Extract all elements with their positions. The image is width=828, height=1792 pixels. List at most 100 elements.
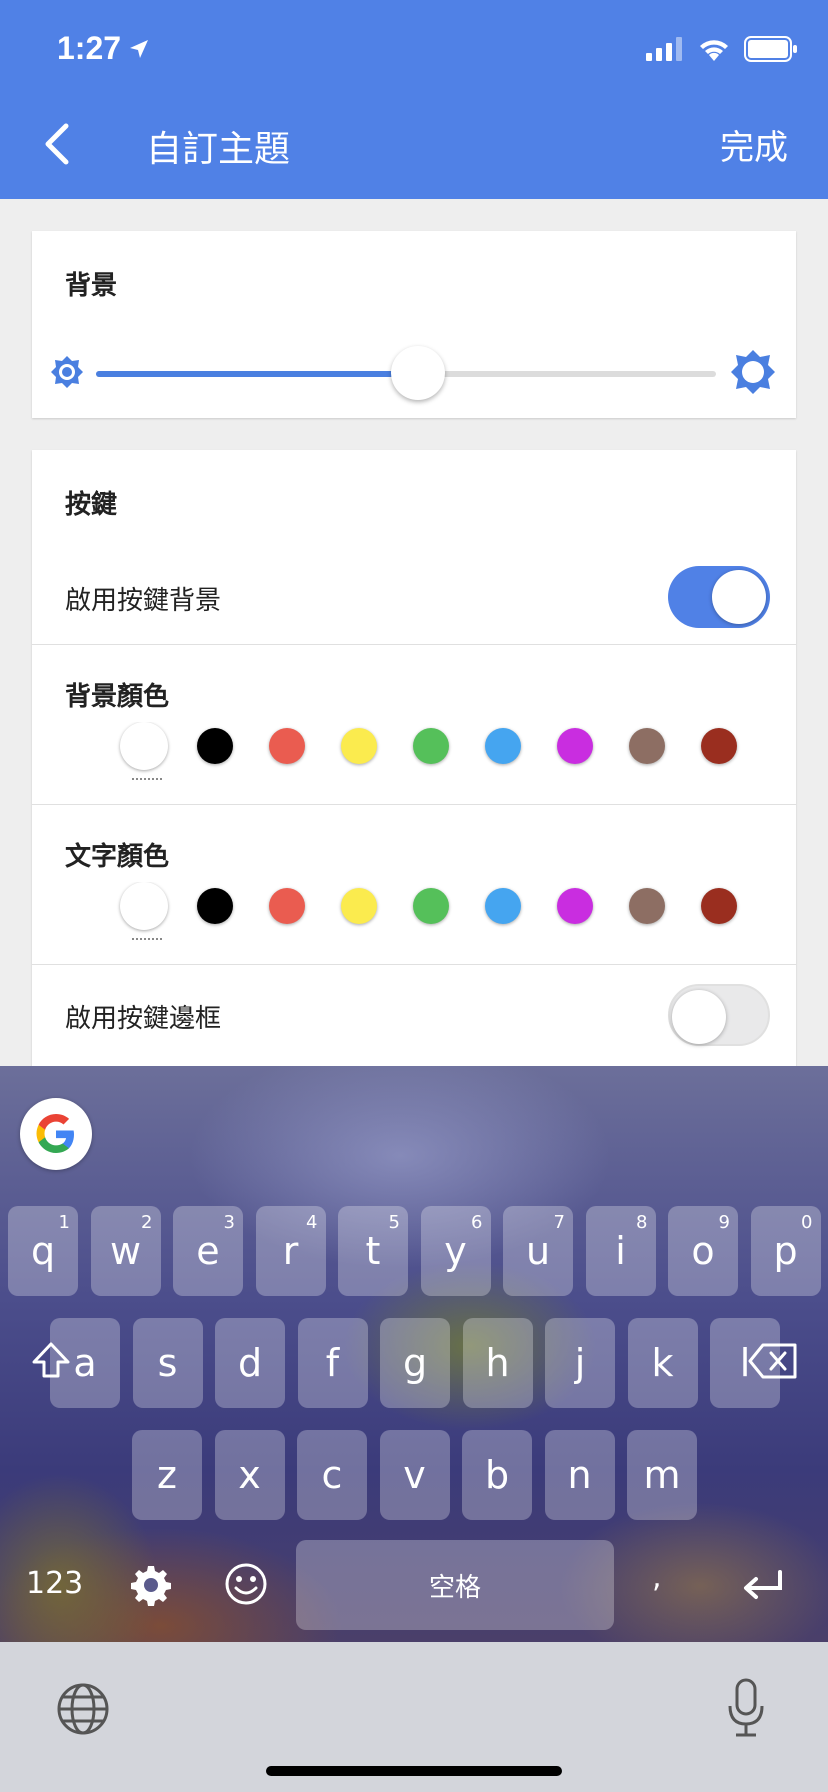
color-swatch[interactable]	[701, 728, 737, 764]
key-p[interactable]: p0	[750, 1206, 821, 1296]
key-hint: 3	[223, 1212, 235, 1233]
divider	[32, 644, 796, 645]
key-q[interactable]: q1	[8, 1206, 78, 1296]
app-bar: 1:27 自訂主題 完成	[0, 0, 828, 199]
key-w[interactable]: w2	[90, 1206, 161, 1296]
key-char: f	[325, 1341, 340, 1385]
color-swatch[interactable]	[413, 888, 449, 924]
key-char: k	[651, 1341, 674, 1385]
key-m[interactable]: m	[627, 1430, 697, 1520]
key-char: d	[237, 1341, 263, 1385]
comma-key[interactable]: ,	[652, 1560, 662, 1595]
emoji-icon[interactable]	[224, 1562, 268, 1606]
key-char: j	[574, 1341, 586, 1385]
key-char: c	[321, 1453, 343, 1497]
key-t[interactable]: t5	[338, 1206, 408, 1296]
section-title-keys: 按鍵	[65, 490, 118, 520]
key-x[interactable]: x	[214, 1430, 285, 1520]
brightness-high-icon	[731, 350, 775, 394]
key-y[interactable]: y6	[420, 1206, 491, 1296]
key-o[interactable]: o9	[668, 1206, 738, 1296]
key-char: q	[30, 1229, 56, 1273]
color-swatch[interactable]	[269, 728, 305, 764]
enable-key-border-toggle[interactable]	[668, 984, 770, 1046]
key-b[interactable]: b	[462, 1430, 532, 1520]
key-r[interactable]: r4	[255, 1206, 326, 1296]
toggle-knob	[712, 570, 766, 624]
keys-card: 按鍵 啟用按鍵背景 背景顏色 文字顏色 啟用按鍵邊框	[32, 450, 796, 1070]
enable-key-background-toggle[interactable]	[668, 566, 770, 628]
keyboard-preview: q1w2e3r4t5y6u7i8o9p0asdfghjklzxcvbnm 123…	[0, 1066, 828, 1642]
done-button[interactable]: 完成	[720, 120, 788, 169]
numbers-key[interactable]: 123	[26, 1566, 83, 1601]
key-char: v	[403, 1453, 426, 1497]
selected-indicator	[132, 938, 162, 940]
key-i[interactable]: i8	[585, 1206, 656, 1296]
color-swatch[interactable]	[341, 888, 377, 924]
microphone-icon[interactable]	[726, 1678, 766, 1738]
key-f[interactable]: f	[297, 1318, 368, 1408]
backspace-key[interactable]	[738, 1316, 808, 1406]
key-char: z	[157, 1453, 177, 1497]
brightness-slider-fill	[96, 371, 419, 377]
backspace-icon	[748, 1343, 797, 1379]
divider	[32, 804, 796, 805]
enter-icon[interactable]	[740, 1568, 786, 1604]
color-swatch[interactable]	[629, 728, 665, 764]
back-chevron-icon[interactable]	[38, 116, 78, 172]
key-hint: 5	[388, 1212, 400, 1233]
color-swatch[interactable]	[197, 888, 233, 924]
globe-icon[interactable]	[56, 1682, 110, 1736]
color-swatch[interactable]	[629, 888, 665, 924]
background-card: 背景	[32, 231, 796, 418]
google-g-icon	[36, 1114, 74, 1153]
key-z[interactable]: z	[132, 1430, 202, 1520]
color-swatch[interactable]	[120, 882, 168, 940]
key-n[interactable]: n	[544, 1430, 615, 1520]
background-color-label: 背景顏色	[65, 682, 170, 712]
key-char: g	[402, 1341, 428, 1385]
key-char: x	[238, 1453, 261, 1497]
system-keyboard-bar	[0, 1642, 828, 1792]
key-char: i	[615, 1229, 626, 1273]
key-char: n	[567, 1453, 592, 1497]
color-swatch[interactable]	[197, 728, 233, 764]
key-s[interactable]: s	[132, 1318, 203, 1408]
settings-gear-icon[interactable]	[130, 1564, 172, 1606]
key-hint: 8	[636, 1212, 648, 1233]
color-swatch[interactable]	[701, 888, 737, 924]
key-char: b	[484, 1453, 510, 1497]
text-color-swatches	[82, 882, 762, 942]
divider	[32, 964, 796, 965]
color-swatch[interactable]	[120, 722, 168, 780]
key-g[interactable]: g	[380, 1318, 450, 1408]
color-swatch[interactable]	[269, 888, 305, 924]
color-swatch[interactable]	[557, 728, 593, 764]
google-badge[interactable]	[20, 1098, 92, 1170]
key-hint: 2	[141, 1212, 153, 1233]
color-swatch[interactable]	[485, 888, 521, 924]
key-d[interactable]: d	[215, 1318, 285, 1408]
background-color-swatches	[82, 722, 762, 782]
key-v[interactable]: v	[379, 1430, 450, 1520]
key-j[interactable]: j	[545, 1318, 615, 1408]
key-char: w	[109, 1229, 142, 1273]
key-hint: 0	[801, 1212, 813, 1233]
key-k[interactable]: k	[627, 1318, 698, 1408]
color-swatch[interactable]	[413, 728, 449, 764]
key-hint: 1	[58, 1212, 70, 1233]
key-char: s	[157, 1341, 178, 1385]
shift-key[interactable]	[16, 1316, 86, 1406]
key-char: o	[691, 1229, 715, 1273]
brightness-slider[interactable]	[96, 346, 716, 400]
color-swatch[interactable]	[485, 728, 521, 764]
color-swatch[interactable]	[341, 728, 377, 764]
color-swatch[interactable]	[557, 888, 593, 924]
spacebar[interactable]: 空格	[296, 1540, 614, 1630]
key-e[interactable]: e3	[173, 1206, 243, 1296]
key-c[interactable]: c	[297, 1430, 367, 1520]
key-h[interactable]: h	[462, 1318, 533, 1408]
brightness-slider-thumb[interactable]	[391, 346, 446, 400]
key-u[interactable]: u7	[503, 1206, 573, 1296]
status-icons	[646, 36, 798, 62]
